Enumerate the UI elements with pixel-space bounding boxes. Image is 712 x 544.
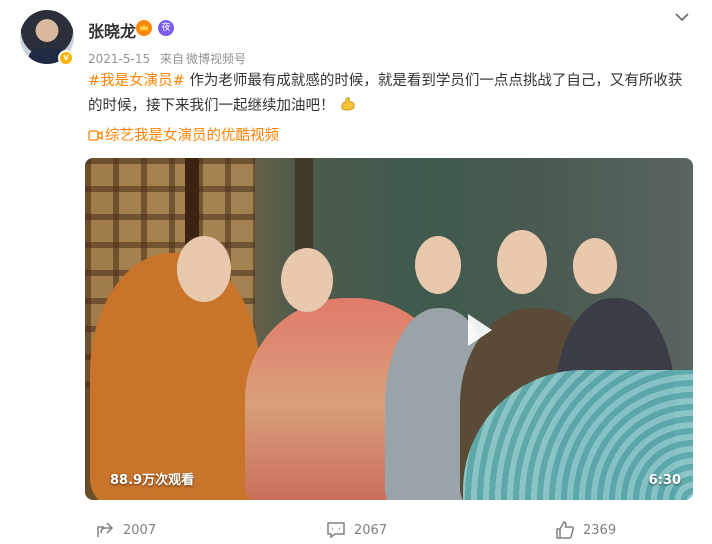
comment-icon [327,522,345,539]
video-source-link[interactable]: 综艺我是女演员的优酷视频 [88,124,279,145]
share-count: 2007 [123,522,157,538]
share-icon [97,522,114,537]
username[interactable]: 张晓龙 [88,18,136,42]
crown-badge-icon[interactable] [136,20,152,36]
post-date[interactable]: 2021-5-15 [88,52,150,66]
chevron-down-icon[interactable] [674,9,690,25]
share-button[interactable]: 2007 [95,520,156,540]
flexed-biceps-emoji-icon [341,97,355,111]
post-meta: 2021-5-15 来自 微博视频号 [88,50,246,67]
video-player[interactable]: 88.9万次观看 6:30 [85,158,693,500]
comment-button[interactable]: 2067 [326,520,387,540]
source-prefix: 来自 [159,52,184,66]
like-icon [556,521,574,539]
video-link-icon [88,130,103,141]
level-badge-icon[interactable]: 夜 [158,20,174,36]
verified-badge-icon: v [58,50,74,66]
video-link-label: 综艺我是女演员的优酷视频 [105,128,279,144]
play-icon[interactable] [457,310,497,350]
view-count: 88.9万次观看 [110,473,195,488]
post-text: #我是女演员# 作为老师最有成就感的时候，就是看到学员们一点点挑战了自己，又有所… [88,69,688,119]
topic-link[interactable]: #我是女演员# [88,73,185,89]
like-count: 2369 [583,522,617,538]
comment-count: 2067 [354,522,388,538]
like-button[interactable]: 2369 [555,520,616,540]
video-duration: 6:30 [648,473,681,488]
post-source[interactable]: 微博视频号 [186,52,246,66]
action-bar: 2007 2067 2369 [0,520,712,544]
